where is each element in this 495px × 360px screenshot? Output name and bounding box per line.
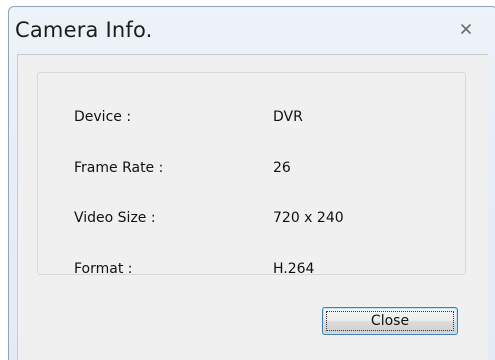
dialog-title: Camera Info. (15, 18, 153, 42)
close-button-label: Close (370, 313, 410, 329)
format-value: H.264 (273, 261, 315, 277)
frame-rate-label: Frame Rate : (74, 160, 164, 176)
close-button[interactable]: Close (322, 307, 458, 335)
info-row-frame-rate: Frame Rate : 26 (38, 160, 465, 180)
title-bar[interactable]: Camera Info. (9, 7, 495, 51)
page: Camera Info. Device : DVR Frame Rate : 2… (0, 0, 495, 360)
info-row-format: Format : H.264 (38, 261, 465, 281)
close-x-icon[interactable] (459, 21, 473, 35)
frame-rate-value: 26 (273, 160, 291, 176)
info-row-video-size: Video Size : 720 x 240 (38, 210, 465, 230)
video-size-value: 720 x 240 (273, 210, 344, 226)
video-size-label: Video Size : (74, 210, 156, 226)
info-row-device: Device : DVR (38, 109, 465, 129)
device-label: Device : (74, 109, 132, 125)
device-value: DVR (273, 109, 303, 125)
format-label: Format : (74, 261, 133, 277)
camera-info-group: Device : DVR Frame Rate : 26 Video Size … (37, 72, 466, 277)
